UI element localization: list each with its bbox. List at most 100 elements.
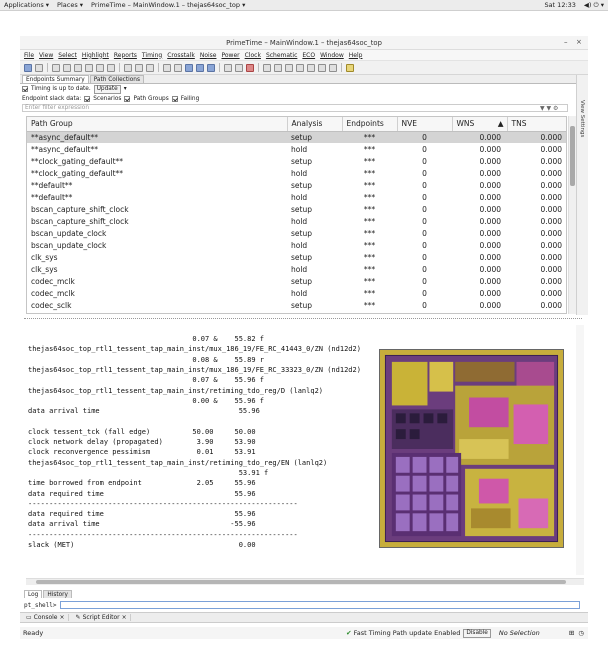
menu-clock[interactable]: Clock [245, 52, 261, 59]
col-path-group[interactable]: Path Group [27, 117, 288, 132]
report-icon[interactable] [329, 63, 337, 72]
zoom-fit-icon[interactable] [96, 63, 104, 72]
menu-reports[interactable]: Reports [114, 52, 137, 59]
save-icon[interactable] [35, 63, 43, 72]
undo-icon[interactable] [163, 63, 171, 72]
table-row[interactable]: **async_default** hold *** 0 0.000 0.000 [27, 143, 566, 155]
schematic-icon[interactable] [196, 63, 204, 72]
table-row[interactable]: bscan_capture_shift_clock hold *** 0 0.000 0.… [27, 215, 566, 227]
cell-nve: 0 [422, 204, 427, 214]
path-groups-checkbox[interactable] [124, 96, 131, 102]
tab-console[interactable]: ▭ Console × [23, 614, 69, 621]
tab-log[interactable]: Log [24, 590, 43, 598]
menu-crosstalk[interactable]: Crosstalk [167, 52, 195, 59]
table-row[interactable]: bscan_update_clock setup *** 0 0.000 0.000 [27, 227, 566, 239]
table-row[interactable]: bscan_capture_shift_clock setup *** 0 0.000 0… [27, 203, 566, 215]
menu-highlight[interactable]: Highlight [82, 52, 109, 59]
table-row[interactable]: **clock_gating_default** setup *** 0 0.000 0.… [27, 155, 566, 167]
table-scrollbar[interactable] [568, 116, 576, 314]
ruler-icon[interactable] [146, 63, 154, 72]
disable-button[interactable]: Disable [463, 628, 491, 638]
table-row[interactable]: codec_mclk hold *** 0 0.000 0.000 [27, 287, 566, 299]
table-row[interactable]: codec_mclk setup *** 0 0.000 0.000 [27, 275, 566, 287]
menu-power[interactable]: Power [221, 52, 239, 59]
report-icon[interactable] [296, 63, 304, 72]
highlight-icon[interactable] [246, 63, 254, 72]
zoom-out-icon[interactable] [85, 63, 93, 72]
table-row[interactable]: codec_sclk setup *** 0 0.000 0.000 [27, 299, 566, 311]
menu-window[interactable]: Window [320, 52, 344, 59]
col-wns[interactable]: WNS ▲ [452, 117, 508, 132]
report-icon[interactable] [318, 63, 326, 72]
cell-wns: 0.000 [479, 264, 501, 274]
layout-icon[interactable] [224, 63, 232, 72]
menu-help[interactable]: Help [349, 52, 363, 59]
table-row[interactable]: clk_sys setup *** 0 0.000 0.000 [27, 251, 566, 263]
table-row[interactable]: bscan_update_clock hold *** 0 0.000 0.000 [27, 239, 566, 251]
report-line: clock network delay (propagated) 3.90 53… [28, 438, 256, 446]
close-icon[interactable]: × [60, 614, 65, 621]
close-window-icon[interactable]: × [576, 38, 582, 46]
update-button[interactable]: Update [93, 84, 121, 94]
cell-analysis: setup [291, 228, 312, 238]
report-icon[interactable] [285, 63, 293, 72]
col-nve[interactable]: NVE [397, 117, 453, 132]
table-row[interactable]: **default** setup *** 0 0.000 0.000 [27, 179, 566, 191]
menu-noise[interactable]: Noise [200, 52, 217, 59]
menu-select[interactable]: Select [58, 52, 77, 59]
tab-script-editor[interactable]: ✎ Script Editor × [73, 614, 131, 621]
scrollbar-thumb[interactable] [570, 126, 575, 186]
clock-icon[interactable]: ◷ [578, 629, 584, 637]
zoom-in-icon[interactable] [74, 63, 82, 72]
update-dropdown-icon[interactable]: ▾ [124, 86, 127, 92]
report-icon[interactable] [307, 63, 315, 72]
col-endpoints[interactable]: Endpoints [342, 117, 398, 132]
select-icon[interactable] [124, 63, 132, 72]
grid-icon[interactable] [235, 63, 243, 72]
panel-splitter[interactable] [24, 318, 582, 321]
menu-file[interactable]: File [24, 52, 34, 59]
view-settings-tab[interactable]: View Settings [579, 100, 585, 137]
table-row[interactable]: clk_sys hold *** 0 0.000 0.000 [27, 263, 566, 275]
report-icon[interactable] [263, 63, 271, 72]
places-menu[interactable]: Places ▾ [57, 1, 83, 9]
filter-input[interactable]: Enter filter expression [22, 104, 568, 112]
back-icon[interactable] [52, 63, 60, 72]
failing-checkbox[interactable] [171, 96, 178, 102]
refresh-icon[interactable] [107, 63, 115, 72]
eco-icon[interactable] [346, 63, 354, 72]
menu-view[interactable]: View [39, 52, 53, 59]
menu-timing[interactable]: Timing [142, 52, 162, 59]
applications-menu[interactable]: Applications ▾ [4, 1, 49, 9]
report-scrollbar[interactable] [576, 325, 584, 575]
minimize-icon[interactable]: – [564, 38, 568, 46]
path-icon[interactable] [185, 63, 193, 72]
histogram-icon[interactable] [207, 63, 215, 72]
slack-data-row: Endpoint slack data: Scenarios Path Grou… [22, 95, 199, 103]
table-row[interactable]: **async_default** setup *** 0 0.000 0.000 [27, 131, 566, 143]
open-icon[interactable] [24, 63, 32, 72]
forward-icon[interactable] [63, 63, 71, 72]
menu-schematic[interactable]: Schematic [266, 52, 297, 59]
shell-command-input[interactable] [59, 601, 580, 609]
scenarios-checkbox[interactable] [84, 96, 91, 102]
report-horizontal-scrollbar[interactable] [26, 578, 584, 585]
tab-path-collections[interactable]: Path Collections [89, 75, 144, 83]
close-icon[interactable]: × [122, 614, 127, 621]
system-status-icons[interactable]: ◀) ⏻ ▾ [584, 1, 604, 10]
table-row[interactable]: **clock_gating_default** hold *** 0 0.000 0.0… [27, 167, 566, 179]
tab-history[interactable]: History [43, 590, 72, 598]
app-window-menu[interactable]: PrimeTime – MainWindow.1 – thejas64soc_t… [91, 1, 245, 9]
scrollbar-thumb[interactable] [36, 580, 566, 584]
tab-endpoints-summary[interactable]: Endpoints Summary [22, 75, 89, 83]
redo-icon[interactable] [174, 63, 182, 72]
menu-eco[interactable]: ECO [302, 52, 315, 59]
col-tns[interactable]: TNS [507, 117, 566, 132]
table-row[interactable]: **default** hold *** 0 0.000 0.000 [27, 191, 566, 203]
pan-icon[interactable] [135, 63, 143, 72]
cell-analysis: hold [291, 168, 308, 178]
filter-icons[interactable]: ▼ ▼ ⚙ [540, 105, 558, 112]
layout-icon[interactable]: ⊞ [569, 629, 574, 637]
col-analysis[interactable]: Analysis [287, 117, 343, 132]
report-icon[interactable] [274, 63, 282, 72]
